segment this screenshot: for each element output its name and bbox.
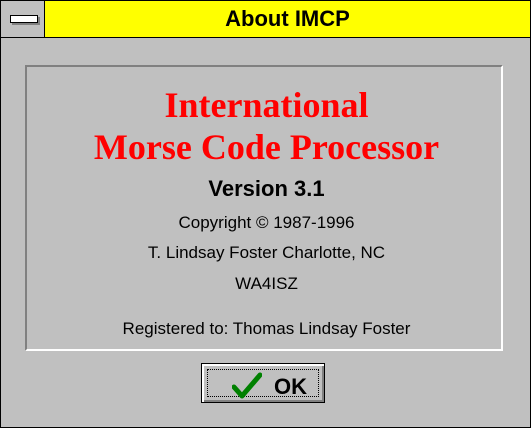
ok-button-label: OK xyxy=(274,374,307,399)
system-menu-bar xyxy=(10,15,38,23)
about-dialog: About IMCP International Morse Code Proc… xyxy=(0,0,531,428)
ok-focus-rect: OK xyxy=(207,369,319,399)
window-title: About IMCP xyxy=(225,6,350,31)
checkmark-icon xyxy=(232,372,262,399)
callsign-label: WA4ISZ xyxy=(235,274,298,293)
version-label: Version 3.1 xyxy=(208,176,325,201)
ok-button[interactable]: OK xyxy=(201,363,325,403)
title-bar[interactable]: About IMCP xyxy=(1,1,530,38)
system-menu-icon[interactable] xyxy=(1,1,45,37)
author-label: T. Lindsay Foster Charlotte, NC xyxy=(147,243,386,262)
copyright-label: Copyright © 1987-1996 xyxy=(178,213,355,232)
title-line-2: Morse Code Processor xyxy=(93,127,440,167)
title-line-1: International xyxy=(164,85,369,125)
registered-label: Registered to: Thomas Lindsay Foster xyxy=(122,319,411,338)
